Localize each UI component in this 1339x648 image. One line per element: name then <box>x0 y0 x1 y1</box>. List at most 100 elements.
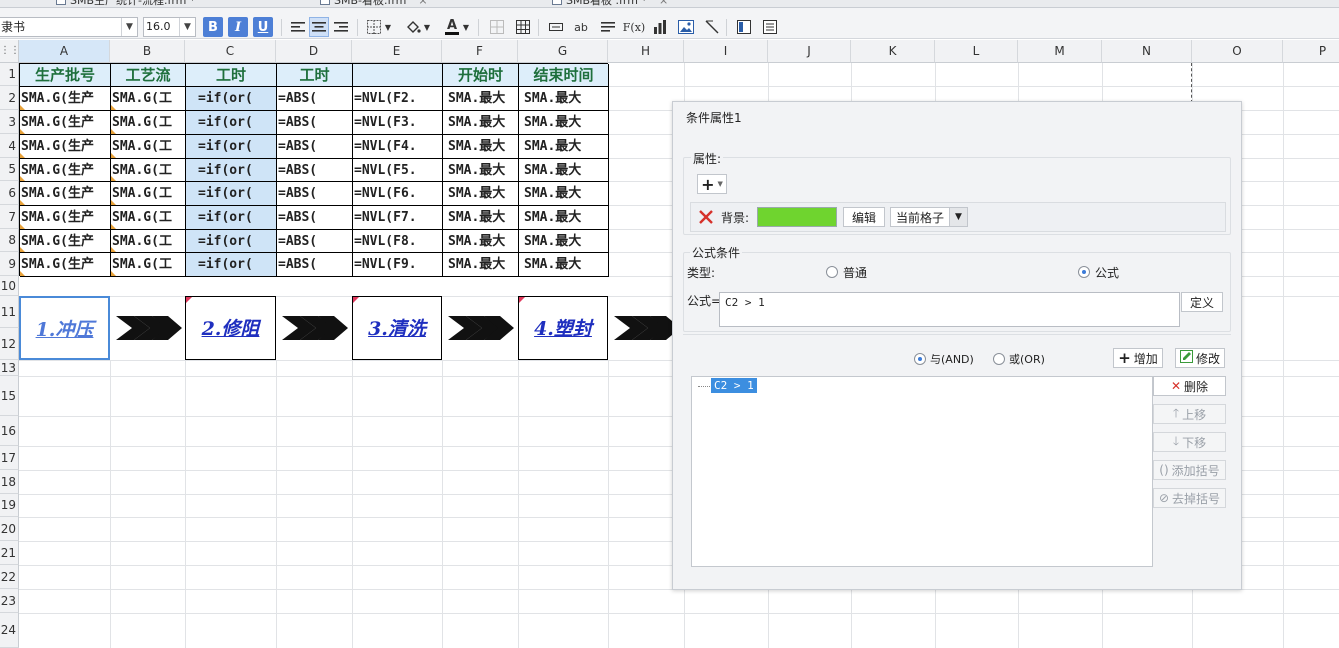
cell-d1[interactable]: 工时 <box>277 64 353 87</box>
condition-item[interactable]: C2 > 1 <box>711 378 757 393</box>
chevron-down-icon[interactable]: ▼ <box>383 17 393 37</box>
font-size-select[interactable]: 16.0 ▼ <box>143 17 196 37</box>
column-header-h[interactable]: H <box>608 40 684 63</box>
cell-c1[interactable]: 工时 <box>186 64 277 87</box>
process-step-3[interactable]: 3.清洗 <box>352 296 442 360</box>
cell-a9[interactable]: SMA.G(生产 <box>20 253 111 277</box>
edit-button[interactable]: 编辑 <box>843 207 885 227</box>
chevron-down-icon[interactable]: ▼ <box>422 17 432 37</box>
text-field-icon[interactable] <box>546 17 566 37</box>
cell-c6[interactable]: =if(or( <box>186 182 277 206</box>
image-icon[interactable] <box>676 17 696 37</box>
cell-d8[interactable]: =ABS( <box>277 230 353 253</box>
cell-g9[interactable]: SMA.最大 <box>519 253 609 277</box>
column-header-l[interactable]: L <box>935 40 1018 63</box>
cell-d2[interactable]: =ABS( <box>277 87 353 111</box>
row-header-9[interactable]: 9 <box>0 252 19 276</box>
cell-b5[interactable]: SMA.G(工 <box>111 159 186 182</box>
cell-e4[interactable]: =NVL(F4. <box>353 135 443 159</box>
cell-f1[interactable]: 开始时 <box>443 64 519 87</box>
cell-e3[interactable]: =NVL(F3. <box>353 111 443 135</box>
row-header-1[interactable]: 1 <box>0 63 19 86</box>
row-header-10[interactable]: 10 <box>0 276 19 296</box>
delete-condition-button[interactable]: ✕ 删除 <box>1153 376 1226 396</box>
cell-c9[interactable]: =if(or( <box>186 253 277 277</box>
cell-b6[interactable]: SMA.G(工 <box>111 182 186 206</box>
cell-e1[interactable] <box>353 64 443 87</box>
cell-b2[interactable]: SMA.G(工 <box>111 87 186 111</box>
border-icon[interactable] <box>364 17 384 37</box>
and-radio[interactable] <box>914 353 926 365</box>
column-header-o[interactable]: O <box>1192 40 1283 63</box>
align-left-icon[interactable] <box>288 17 308 37</box>
cell-a1[interactable]: 生产批号 <box>20 64 111 87</box>
cell-f5[interactable]: SMA.最大 <box>443 159 519 182</box>
row-header-21[interactable]: 21 <box>0 541 19 565</box>
or-radio[interactable] <box>993 353 1005 365</box>
cell-c4[interactable]: =if(or( <box>186 135 277 159</box>
cell-c5[interactable]: =if(or( <box>186 159 277 182</box>
process-step-1[interactable]: 1.冲压 <box>19 296 110 360</box>
cell-a6[interactable]: SMA.G(生产 <box>20 182 111 206</box>
cell-d4[interactable]: =ABS( <box>277 135 353 159</box>
process-step-2[interactable]: 2.修阻 <box>185 296 276 360</box>
cell-b8[interactable]: SMA.G(工 <box>111 230 186 253</box>
row-header-20[interactable]: 20 <box>0 517 19 541</box>
row-header-19[interactable]: 19 <box>0 494 19 517</box>
row-header-22[interactable]: 22 <box>0 565 19 589</box>
widget-icon[interactable] <box>734 17 754 37</box>
row-header-16[interactable]: 16 <box>0 416 19 446</box>
cell-b1[interactable]: 工艺流 <box>111 64 186 87</box>
cell-f9[interactable]: SMA.最大 <box>443 253 519 277</box>
row-header-3[interactable]: 3 <box>0 110 19 134</box>
tab-smb-production-flow[interactable]: SMB生产统计-流程.frm * <box>56 0 195 7</box>
column-header-f[interactable]: F <box>442 40 518 63</box>
cell-e5[interactable]: =NVL(F5. <box>353 159 443 182</box>
column-header-j[interactable]: J <box>768 40 851 63</box>
cell-g8[interactable]: SMA.最大 <box>519 230 609 253</box>
text-style-icon[interactable]: ab <box>571 17 591 37</box>
cell-e7[interactable]: =NVL(F7. <box>353 206 443 230</box>
bold-button[interactable]: B <box>203 17 223 37</box>
column-header-p[interactable]: P <box>1283 40 1339 63</box>
column-header-c[interactable]: C <box>185 40 276 63</box>
row-header-24[interactable]: 24 <box>0 613 19 648</box>
row-header-23[interactable]: 23 <box>0 589 19 613</box>
cell-a5[interactable]: SMA.G(生产 <box>20 159 111 182</box>
align-right-icon[interactable] <box>331 17 351 37</box>
row-header-7[interactable]: 7 <box>0 205 19 229</box>
cell-c8[interactable]: =if(or( <box>186 230 277 253</box>
row-header-2[interactable]: 2 <box>0 86 19 110</box>
merge-cells-icon[interactable] <box>487 17 507 37</box>
fill-color-icon[interactable] <box>403 17 423 37</box>
cell-g6[interactable]: SMA.最大 <box>519 182 609 206</box>
type-formula-radio[interactable] <box>1078 266 1090 278</box>
cell-f6[interactable]: SMA.最大 <box>443 182 519 206</box>
cell-a8[interactable]: SMA.G(生产 <box>20 230 111 253</box>
row-header-18[interactable]: 18 <box>0 470 19 494</box>
cell-e9[interactable]: =NVL(F9. <box>353 253 443 277</box>
row-header-4[interactable]: 4 <box>0 134 19 158</box>
column-header-i[interactable]: I <box>684 40 768 63</box>
delete-attribute-icon[interactable] <box>697 208 715 226</box>
row-header-6[interactable]: 6 <box>0 181 19 205</box>
align-center-icon[interactable] <box>309 17 329 37</box>
row-header-8[interactable]: 8 <box>0 229 19 252</box>
column-header-e[interactable]: E <box>352 40 442 63</box>
column-header-b[interactable]: B <box>110 40 185 63</box>
row-header-11[interactable]: 11 <box>0 296 19 328</box>
row-header-12[interactable]: 12 <box>0 328 19 360</box>
move-down-button[interactable]: 🡓 下移 <box>1153 432 1226 452</box>
cell-d6[interactable]: =ABS( <box>277 182 353 206</box>
column-header-a[interactable]: A <box>19 40 110 63</box>
condition-list[interactable]: C2 > 1 <box>691 376 1153 567</box>
cell-b3[interactable]: SMA.G(工 <box>111 111 186 135</box>
cell-c2[interactable]: =if(or( <box>186 87 277 111</box>
cell-d3[interactable]: =ABS( <box>277 111 353 135</box>
font-color-icon[interactable]: A <box>442 17 462 37</box>
add-bracket-button[interactable]: () 添加括号 <box>1153 460 1226 480</box>
chevron-down-icon[interactable]: ▼ <box>121 18 137 36</box>
italic-button[interactable]: I <box>228 17 248 37</box>
cell-c3[interactable]: =if(or( <box>186 111 277 135</box>
cell-a4[interactable]: SMA.G(生产 <box>20 135 111 159</box>
